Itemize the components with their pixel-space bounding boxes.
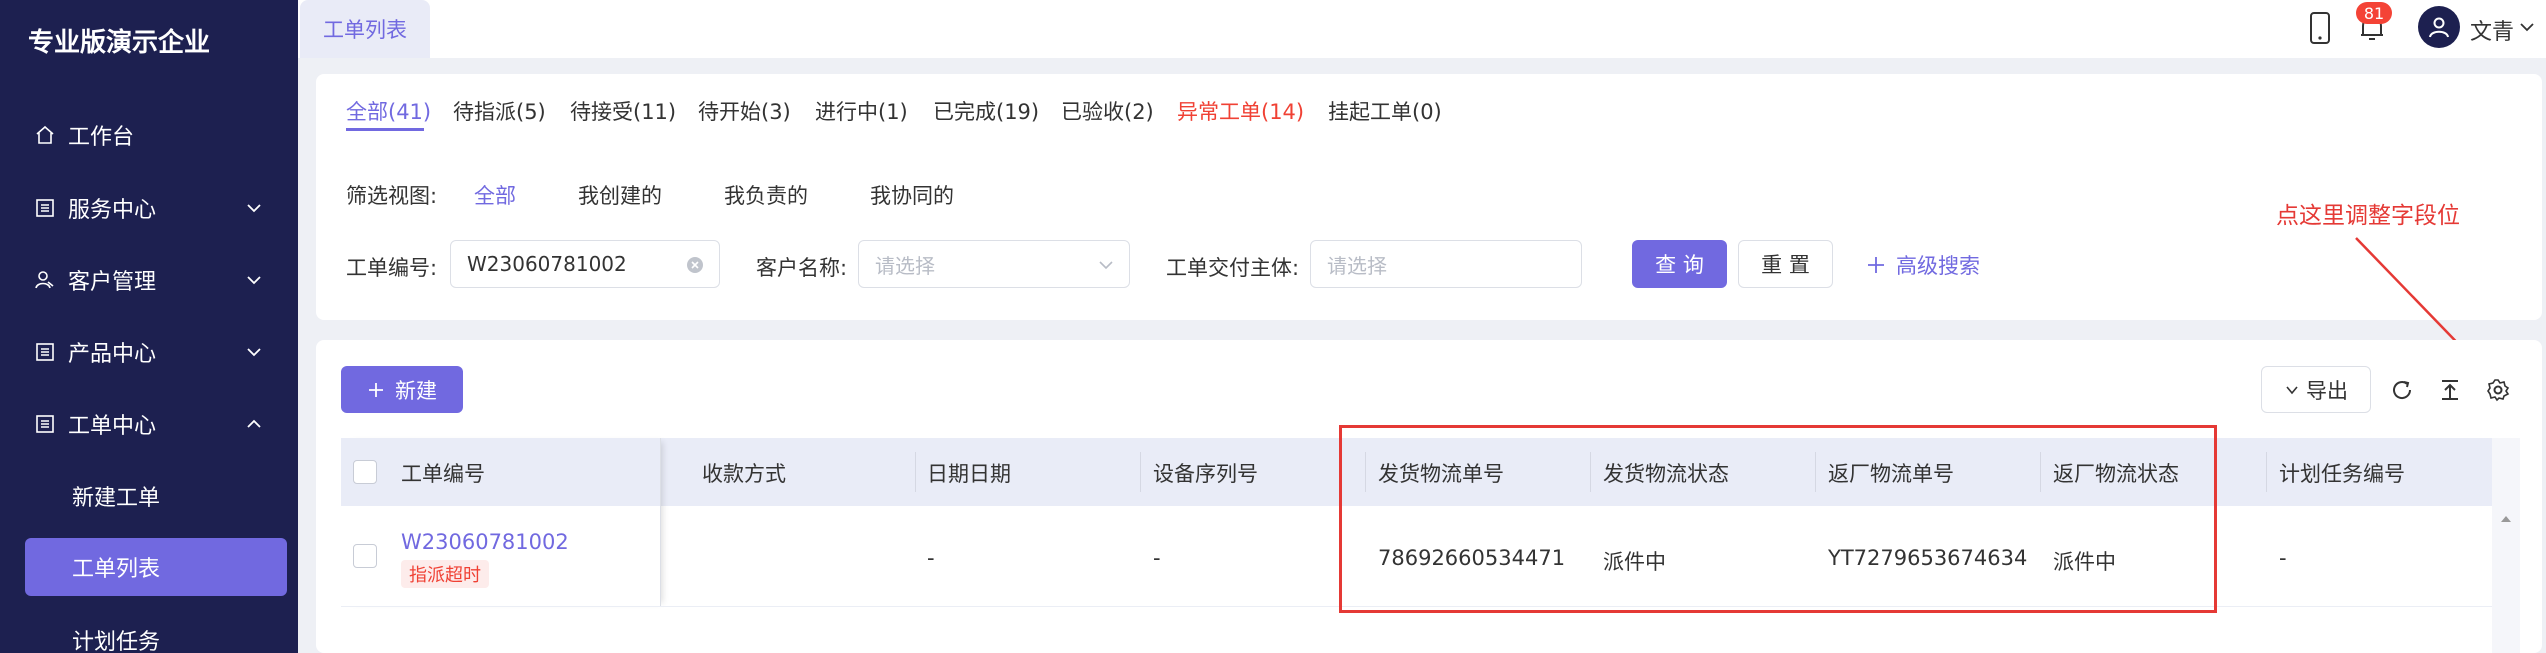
tab-pending-start[interactable]: 待开始(3): [698, 96, 791, 126]
chevron-down-icon: [247, 204, 261, 213]
sidebar-item-service-center[interactable]: 服务中心: [0, 178, 298, 238]
refresh-icon[interactable]: [2386, 374, 2418, 406]
sidebar-subitem-workorder-list[interactable]: 工单列表: [25, 538, 287, 596]
tab-suspended[interactable]: 挂起工单(0): [1328, 96, 1442, 126]
user-name[interactable]: 文青: [2470, 14, 2514, 46]
tab-accepted[interactable]: 已验收(2): [1061, 96, 1154, 126]
row-checkbox[interactable]: [353, 544, 377, 568]
list-icon: [34, 197, 56, 219]
sidebar-item-label: 客户管理: [68, 270, 157, 295]
chevron-down-icon: [247, 276, 261, 285]
top-bar: 工单列表: [298, 0, 2546, 58]
active-tab-underline: [346, 128, 424, 131]
tab-pending-assign[interactable]: 待指派(5): [453, 96, 546, 126]
vertical-scrollbar[interactable]: [2492, 438, 2520, 653]
list-icon: [34, 413, 56, 435]
annotation-highlight-box: [1339, 425, 2217, 613]
customer-label: 客户名称:: [756, 256, 848, 280]
scroll-up-icon[interactable]: [2500, 514, 2512, 524]
sidebar-subitem-label: 新建工单: [72, 486, 161, 511]
filter-view-label: 筛选视图:: [346, 184, 438, 208]
fixed-column: [341, 438, 661, 607]
cell-serial: -: [1153, 546, 1161, 570]
delivery-placeholder: 请选择: [1327, 253, 1387, 278]
sidebar: 专业版演示企业 工作台 服务中心 客户管理 产品中心 工单中心 新建工单 工单列…: [0, 0, 298, 653]
sidebar-subitem-label: 工单列表: [72, 557, 161, 582]
new-button-label: 新建: [395, 378, 437, 403]
sidebar-item-workorder-center[interactable]: 工单中心: [0, 394, 298, 454]
order-no-link[interactable]: W23060781002: [401, 530, 569, 554]
customer-placeholder: 请选择: [875, 253, 935, 278]
tab-workorder-list[interactable]: 工单列表: [300, 0, 430, 58]
view-option-created[interactable]: 我创建的: [578, 180, 662, 210]
sidebar-item-customer[interactable]: 客户管理: [0, 250, 298, 310]
cell-date: -: [927, 546, 935, 570]
view-option-responsible[interactable]: 我负责的: [724, 180, 808, 210]
chevron-up-icon: [247, 419, 261, 428]
chevron-down-icon[interactable]: [2518, 18, 2536, 36]
notification-badge: 81: [2356, 2, 2392, 24]
tab-pending-accept[interactable]: 待接受(11): [570, 96, 676, 126]
brand-name: 专业版演示企业: [28, 28, 211, 58]
delivery-label: 工单交付主体:: [1166, 256, 1300, 280]
plus-icon: [1868, 257, 1884, 273]
sidebar-item-label: 服务中心: [68, 198, 157, 223]
sidebar-item-workbench[interactable]: 工作台: [0, 105, 298, 165]
column-divider[interactable]: [2266, 452, 2267, 492]
tab-completed[interactable]: 已完成(19): [933, 96, 1039, 126]
order-no-input[interactable]: W23060781002: [450, 240, 720, 288]
column-header-date[interactable]: 日期日期: [927, 458, 1011, 488]
status-tag: 指派超时: [401, 560, 489, 588]
phone-icon[interactable]: [2300, 8, 2340, 48]
column-divider[interactable]: [1140, 452, 1141, 492]
user-avatar[interactable]: [2418, 6, 2460, 48]
tab-in-progress[interactable]: 进行中(1): [815, 96, 908, 126]
sidebar-item-label: 工作台: [68, 125, 135, 150]
tab-abnormal[interactable]: 异常工单(14): [1177, 96, 1304, 126]
list-icon: [34, 341, 56, 363]
plus-icon: [369, 382, 383, 397]
column-divider[interactable]: [915, 452, 916, 492]
view-option-collaborated[interactable]: 我协同的: [870, 180, 954, 210]
order-no-label: 工单编号:: [346, 256, 438, 280]
upload-icon[interactable]: [2434, 374, 2466, 406]
sidebar-subitem-new-workorder[interactable]: 新建工单: [0, 467, 298, 525]
user-icon: [2429, 17, 2449, 38]
column-header-payment[interactable]: 收款方式: [702, 458, 786, 488]
cell-plan-no: -: [2279, 546, 2287, 570]
order-no-value: W23060781002: [467, 252, 627, 276]
export-button-label: 导出: [2306, 378, 2348, 403]
chevron-down-icon: [247, 348, 261, 357]
settings-icon[interactable]: [2482, 374, 2514, 406]
new-button[interactable]: 新建: [341, 366, 463, 413]
clear-icon[interactable]: [685, 255, 705, 275]
users-icon: [34, 269, 56, 291]
advanced-search-label: 高级搜索: [1896, 254, 1980, 278]
reset-button[interactable]: 重 置: [1738, 240, 1833, 288]
export-button[interactable]: 导出: [2261, 366, 2371, 413]
advanced-search-link[interactable]: 高级搜索: [1866, 250, 1980, 280]
query-button[interactable]: 查 询: [1632, 240, 1727, 288]
home-icon: [34, 124, 56, 146]
sidebar-subitem-plan-task[interactable]: 计划任务: [0, 611, 298, 653]
chevron-down-icon: [1099, 261, 1113, 270]
sidebar-subitem-label: 计划任务: [72, 630, 161, 653]
sidebar-item-product[interactable]: 产品中心: [0, 322, 298, 382]
tab-all[interactable]: 全部(41): [346, 96, 431, 126]
sidebar-item-label: 产品中心: [68, 342, 157, 367]
chevron-down-icon: [2286, 385, 2298, 394]
annotation-text: 点这里调整字段位: [2276, 203, 2460, 229]
sidebar-item-label: 工单中心: [68, 414, 157, 439]
column-header-plan-no[interactable]: 计划任务编号: [2279, 458, 2405, 488]
delivery-input[interactable]: 请选择: [1310, 240, 1582, 288]
customer-select[interactable]: 请选择: [858, 240, 1130, 288]
column-header-serial[interactable]: 设备序列号: [1153, 458, 1258, 488]
view-option-all[interactable]: 全部: [474, 180, 516, 210]
